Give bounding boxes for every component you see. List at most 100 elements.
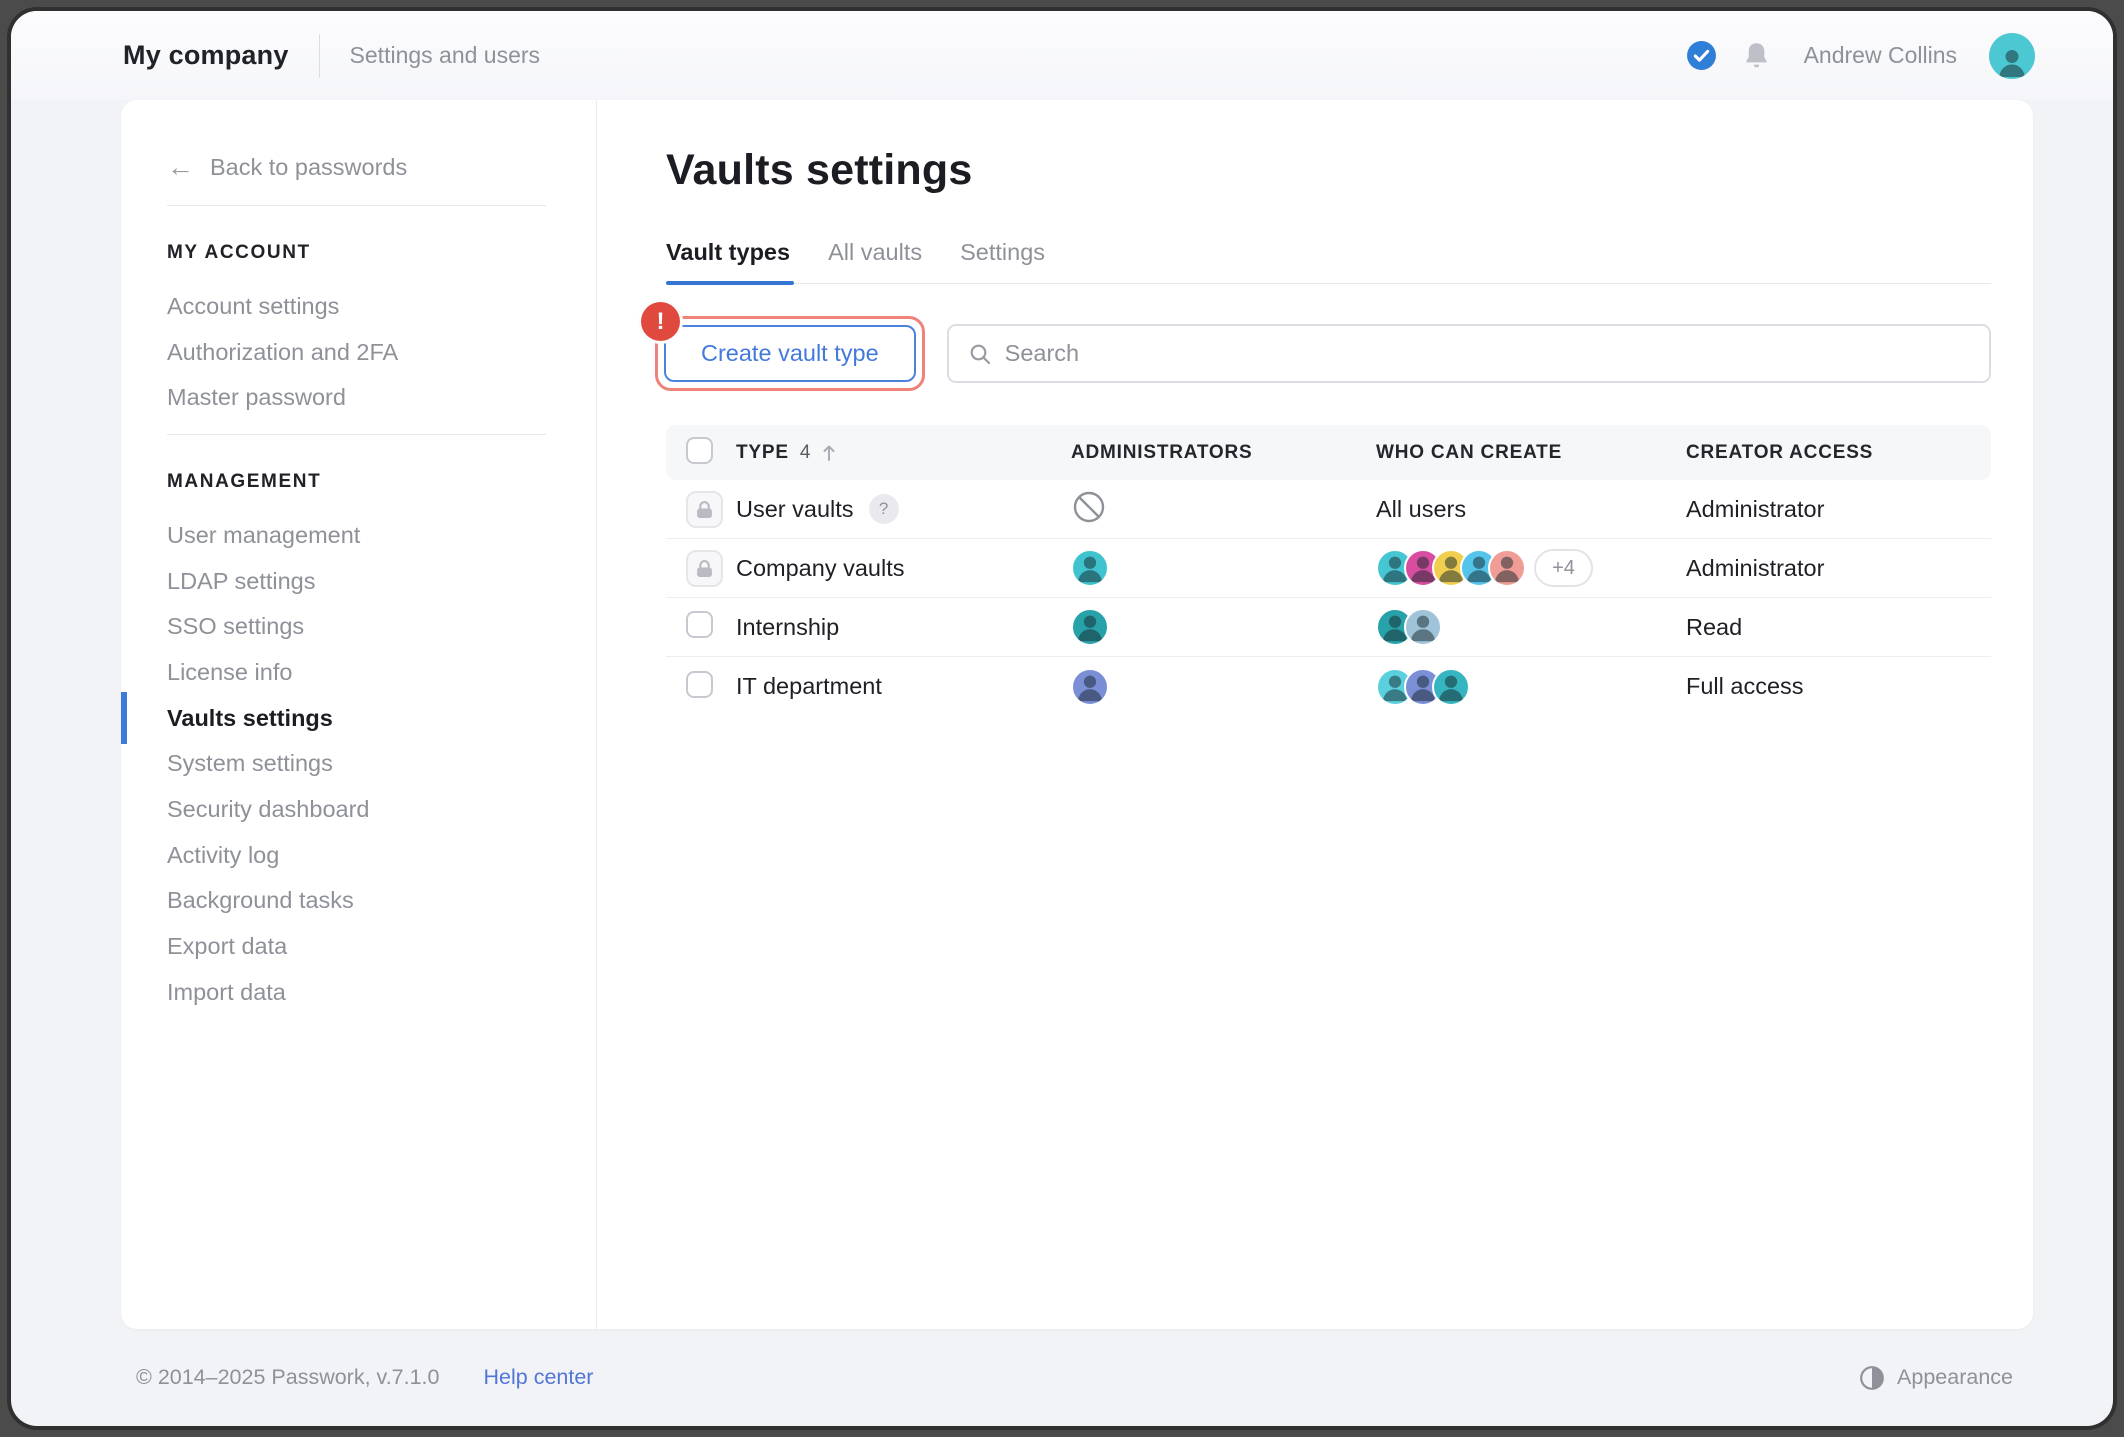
sidebar-item-activity-log[interactable]: Activity log [167,843,546,868]
appearance-toggle[interactable]: Appearance [1859,1365,2013,1391]
help-center-link[interactable]: Help center [484,1365,594,1390]
type-name: Company vaults [736,554,905,581]
back-link-label: Back to passwords [210,154,408,180]
sidebar-item-sso-settings[interactable]: SSO settings [167,614,546,639]
who-can-create-cell: +4 [1376,549,1686,587]
who-can-create-cell [1376,667,1686,706]
sidebar-item-import-data[interactable]: Import data [167,980,546,1005]
annotation-highlight: ! Create vault type [641,302,925,391]
tab-bar: Vault types All vaults Settings [666,239,1991,285]
tab-settings[interactable]: Settings [960,239,1045,283]
sidebar-item-ldap-settings[interactable]: LDAP settings [167,569,546,594]
administrator-avatar [1071,667,1109,706]
creator-avatar [1488,549,1526,587]
sort-asc-icon[interactable] [821,443,837,462]
appearance-label: Appearance [1897,1365,2013,1389]
administrators-avatars [1071,667,1376,706]
header-section-title: Settings and users [349,42,541,68]
table-header-row: TYPE 4 ADMINISTRATORS WHO CAN CREATE CRE… [666,425,1991,480]
who-can-create-avatars [1376,549,1526,587]
user-avatar[interactable] [1989,32,2035,79]
who-can-create-avatars [1376,667,1686,706]
who-can-create-column-header: WHO CAN CREATE [1376,441,1563,463]
no-entry-icon [1071,489,1107,525]
creator-access-cell: Administrator [1686,554,1825,581]
lock-icon [686,490,723,528]
table-body: User vaults? All users Administrator Compan… [666,480,1991,716]
sidebar-item-export-data[interactable]: Export data [167,934,546,959]
back-arrow-icon: ← [167,152,194,182]
administrators-avatars [1071,608,1376,646]
creator-access-column-header: CREATOR ACCESS [1686,441,1874,463]
back-to-passwords-link[interactable]: ← Back to passwords [167,154,407,181]
notifications-bell-icon[interactable] [1743,41,1770,70]
creator-access-cell: Read [1686,613,1743,640]
toolbar: ! Create vault type [641,302,1991,391]
type-header-label: TYPE [736,441,789,463]
lock-icon [686,549,723,587]
creator-avatar [1404,608,1442,646]
who-can-create-text: All users [1376,495,1467,522]
main-panel: Vaults settings Vault types All vaults Set… [597,100,2033,1329]
sidebar-item-user-management[interactable]: User management [167,523,546,548]
administrators-cell [1071,667,1376,706]
sidebar-section-title-my-account: MY ACCOUNT [167,242,311,263]
who-can-create-cell: All users [1376,496,1686,523]
header-divider [318,33,320,78]
administrator-avatar [1071,608,1109,646]
row-checkbox[interactable] [686,670,713,698]
footer-left: © 2014–2025 Passwork, v.7.1.0 Help cente… [136,1365,593,1390]
row-checkbox[interactable] [686,611,713,638]
help-icon[interactable]: ? [868,494,899,524]
sidebar-divider [167,434,546,436]
sidebar-item-background-tasks[interactable]: Background tasks [167,888,546,913]
type-name: IT department [736,673,882,699]
app-window: My company Settings and users Andrew Col… [11,11,2113,1426]
page-title: Vaults settings [666,146,973,194]
type-name-cell: Company vaults [736,555,1071,582]
sidebar-item-authorization-and-2fa[interactable]: Authorization and 2FA [167,339,546,365]
table-row-internship: Internship Read [666,598,1991,657]
sidebar-item-vaults-settings[interactable]: Vaults settings [121,692,546,745]
sidebar-section-title-management: MANAGEMENT [167,471,322,493]
select-all-checkbox[interactable] [686,436,713,464]
annotation-exclamation-badge: ! [641,302,680,341]
top-header: My company Settings and users Andrew Col… [11,11,2113,100]
administrators-avatars [1071,549,1376,587]
row-select-cell [686,611,736,643]
search-box[interactable] [946,324,1991,383]
footer: © 2014–2025 Passwork, v.7.1.0 Help cente… [11,1329,2113,1426]
sidebar-item-account-settings[interactable]: Account settings [167,294,546,319]
header-right: Andrew Collins [1686,32,2035,79]
tab-all-vaults[interactable]: All vaults [828,239,922,283]
sidebar-item-license-info[interactable]: License info [167,660,546,685]
administrator-avatar [1071,549,1109,587]
table-row-user-vaults: User vaults? All users Administrator [666,480,1991,539]
vault-types-table: TYPE 4 ADMINISTRATORS WHO CAN CREATE CRE… [666,425,1991,716]
status-check-icon[interactable] [1686,40,1717,71]
tab-vault-types[interactable]: Vault types [666,239,795,285]
search-input[interactable] [1004,340,1970,367]
type-name-cell: Internship [736,614,1071,641]
table-row-it-department: IT department Full access [666,657,1991,716]
header-left: My company Settings and users [123,33,541,78]
company-name: My company [123,40,289,70]
create-vault-type-button[interactable]: Create vault type [664,325,916,382]
type-name: User vaults [736,495,854,522]
appearance-contrast-icon [1859,1365,1885,1391]
type-name: Internship [736,613,840,640]
creator-avatar [1432,667,1470,706]
sidebar-divider [167,205,546,206]
sidebar-item-master-password[interactable]: Master password [167,385,546,410]
more-users-badge[interactable]: +4 [1534,549,1593,587]
creator-access-cell: Full access [1686,673,1804,699]
table-row-company-vaults: Company vaults +4 Administrator [666,539,1991,598]
type-column-header[interactable]: TYPE 4 [736,442,1071,464]
sidebar-item-security-dashboard[interactable]: Security dashboard [167,797,546,822]
user-name[interactable]: Andrew Collins [1804,42,1957,69]
select-all-cell [686,436,736,469]
sidebar-item-system-settings[interactable]: System settings [167,751,546,776]
administrators-cell [1071,489,1376,530]
type-name-cell: User vaults? [736,494,1071,524]
row-select-cell [686,670,736,703]
